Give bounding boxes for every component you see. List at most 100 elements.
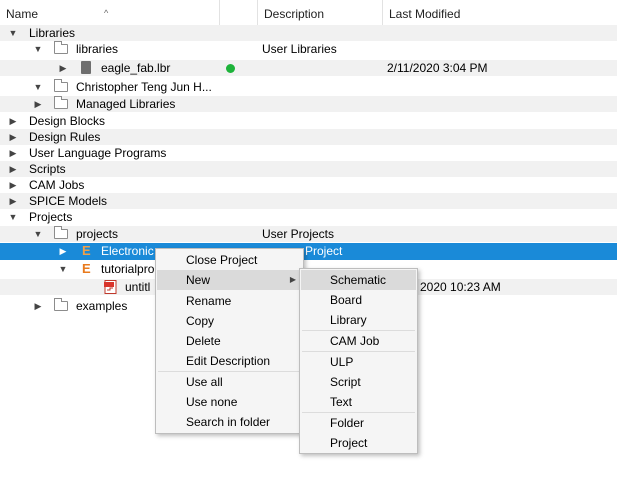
- submenu-item-library[interactable]: Library: [301, 310, 416, 330]
- eagle-project-icon: E: [82, 261, 91, 276]
- tree-row-cam-jobs[interactable]: ▶ CAM Jobs: [0, 177, 617, 193]
- collapsed-arrow-icon[interactable]: ▶: [8, 131, 18, 143]
- tree-label: Managed Libraries: [76, 97, 176, 111]
- collapsed-arrow-icon[interactable]: ▶: [33, 98, 43, 110]
- menu-item-rename[interactable]: Rename: [157, 291, 302, 311]
- collapsed-arrow-icon[interactable]: ▶: [58, 245, 68, 257]
- tree-row-libraries[interactable]: ▼ Libraries: [0, 25, 617, 41]
- tree-label: Design Blocks: [29, 114, 106, 128]
- expanded-arrow-icon[interactable]: ▼: [33, 228, 43, 240]
- eagle-project-icon: E: [82, 243, 91, 258]
- column-header-name[interactable]: Name ^: [0, 0, 220, 28]
- tree-label: Christopher Teng Jun H...: [76, 80, 212, 94]
- menu-item-label: Project: [330, 436, 368, 450]
- description-cell: Project: [305, 244, 343, 258]
- expanded-arrow-icon[interactable]: ▼: [58, 263, 68, 275]
- column-header-last-modified-label: Last Modified: [389, 7, 461, 21]
- menu-item-search-in-folder[interactable]: Search in folder: [157, 412, 302, 432]
- tree-row-spice-models[interactable]: ▶ SPICE Models: [0, 193, 617, 209]
- menu-item-delete[interactable]: Delete: [157, 331, 302, 351]
- collapsed-arrow-icon[interactable]: ▶: [58, 62, 68, 74]
- submenu-arrow-icon: ▶: [289, 275, 296, 284]
- collapsed-arrow-icon[interactable]: ▶: [8, 115, 18, 127]
- submenu-item-board[interactable]: Board: [301, 290, 416, 310]
- tree-label: Electronic: [101, 244, 154, 258]
- menu-item-use-none[interactable]: Use none: [157, 392, 302, 412]
- tree-row-design-blocks[interactable]: ▶ Design Blocks: [0, 113, 617, 129]
- expanded-arrow-icon[interactable]: ▼: [8, 211, 18, 223]
- in-use-status-dot-icon: [226, 64, 235, 73]
- menu-item-close-project[interactable]: Close Project: [157, 250, 302, 270]
- tree-label: SPICE Models: [29, 194, 108, 208]
- collapsed-arrow-icon[interactable]: ▶: [33, 300, 43, 312]
- tree-row-electronic-project[interactable]: ▶ E Electronic Project: [0, 243, 617, 260]
- folder-icon: [54, 298, 68, 311]
- expanded-arrow-icon[interactable]: ▼: [8, 27, 18, 39]
- tree-label: Design Rules: [29, 130, 101, 144]
- tree-label: Scripts: [29, 162, 66, 176]
- menu-item-label: Schematic: [330, 273, 387, 287]
- submenu-item-project[interactable]: Project: [301, 433, 416, 453]
- tree-label: CAM Jobs: [29, 178, 85, 192]
- submenu-item-text[interactable]: Text: [301, 392, 416, 412]
- menu-item-edit-description[interactable]: Edit Description: [157, 351, 302, 371]
- collapsed-arrow-icon[interactable]: ▶: [8, 147, 18, 159]
- submenu-item-schematic[interactable]: Schematic: [301, 270, 416, 290]
- column-header-last-modified[interactable]: Last Modified: [383, 0, 617, 28]
- tree-label: User Language Programs: [29, 146, 167, 160]
- menu-item-label: Search in folder: [186, 415, 271, 429]
- menu-item-label: Folder: [330, 416, 365, 430]
- library-book-icon: [81, 61, 91, 74]
- folder-open-icon: [54, 226, 68, 239]
- menu-item-label: Use none: [186, 395, 238, 409]
- folder-icon: [54, 96, 68, 109]
- tree-row-projects[interactable]: ▼ Projects: [0, 209, 617, 225]
- menu-item-label: ULP: [330, 355, 354, 369]
- column-header-status[interactable]: [220, 0, 258, 28]
- column-header-name-label: Name: [6, 7, 39, 21]
- description-cell: User Projects: [262, 227, 335, 241]
- tree-row-projects-folder[interactable]: ▼ projects User Projects: [0, 226, 617, 242]
- menu-item-copy[interactable]: Copy: [157, 311, 302, 331]
- submenu-item-folder[interactable]: Folder: [301, 413, 416, 433]
- menu-item-new[interactable]: New ▶: [157, 270, 302, 290]
- tree-label: tutorialpro: [101, 262, 155, 276]
- collapsed-arrow-icon[interactable]: ▶: [8, 195, 18, 207]
- menu-item-label: Rename: [186, 294, 232, 308]
- tree-label: eagle_fab.lbr: [101, 61, 171, 75]
- tree-row-ulp[interactable]: ▶ User Language Programs: [0, 145, 617, 161]
- tree-label: untitl: [125, 280, 151, 294]
- menu-item-label: Library: [330, 313, 367, 327]
- tree-label: libraries: [76, 42, 119, 56]
- expanded-arrow-icon[interactable]: ▼: [33, 81, 43, 93]
- menu-item-label: Use all: [186, 375, 223, 389]
- tree-row-scripts[interactable]: ▶ Scripts: [0, 161, 617, 177]
- tree-label: examples: [76, 299, 128, 313]
- tree-row-managed-libraries[interactable]: ▶ Managed Libraries: [0, 96, 617, 112]
- context-menu: Close Project New ▶ Rename Copy Delete Ed…: [155, 248, 304, 434]
- folder-open-icon: [54, 41, 68, 54]
- collapsed-arrow-icon[interactable]: ▶: [8, 179, 18, 191]
- menu-item-label: Close Project: [186, 253, 258, 267]
- schematic-file-icon: [104, 280, 120, 294]
- user-folder-icon: [54, 79, 68, 92]
- menu-item-use-all[interactable]: Use all: [157, 372, 302, 392]
- submenu-item-ulp[interactable]: ULP: [301, 352, 416, 372]
- tree-row-eagle-fab[interactable]: ▶ eagle_fab.lbr 2/11/2020 3:04 PM: [0, 60, 617, 76]
- expanded-arrow-icon[interactable]: ▼: [33, 43, 43, 55]
- menu-item-label: Edit Description: [186, 354, 271, 368]
- menu-item-label: Copy: [186, 314, 215, 328]
- tree-row-christopher[interactable]: ▼ Christopher Teng Jun H...: [0, 79, 617, 95]
- description-cell: User Libraries: [262, 42, 337, 56]
- submenu-item-cam-job[interactable]: CAM Job: [301, 331, 416, 351]
- tree-label: projects: [76, 227, 119, 241]
- menu-item-label: Board: [330, 293, 363, 307]
- tree-row-design-rules[interactable]: ▶ Design Rules: [0, 129, 617, 145]
- menu-item-label: Delete: [186, 334, 221, 348]
- tree-row-libraries-folder[interactable]: ▼ libraries User Libraries: [0, 41, 617, 57]
- collapsed-arrow-icon[interactable]: ▶: [8, 163, 18, 175]
- tree-label: Libraries: [29, 26, 76, 40]
- submenu-item-script[interactable]: Script: [301, 372, 416, 392]
- column-header-description[interactable]: Description: [258, 0, 383, 28]
- menu-item-label: Script: [330, 375, 361, 389]
